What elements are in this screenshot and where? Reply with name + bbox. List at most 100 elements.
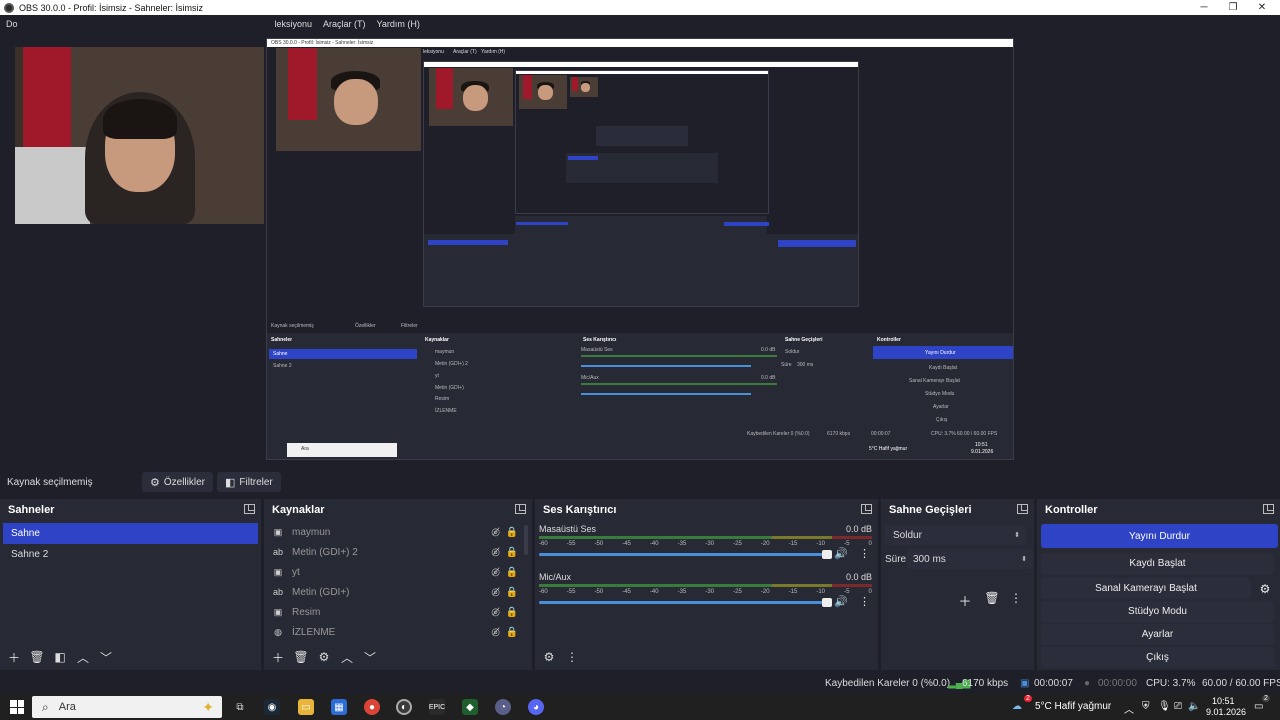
visibility-hidden-icon[interactable]: ◎̸ [491,567,500,578]
properties-button[interactable]: ⚙ Özellikler [142,472,213,492]
preview-canvas[interactable]: OBS 30.0.0 - Profil: İsimsiz - Sahneler:… [0,32,1280,467]
menu-item-file[interactable]: Do [6,19,18,29]
microphone-icon[interactable]: 🎙 [1158,701,1171,712]
source-item[interactable]: ◍ İZLENME ◎̸ 🔒 [264,622,532,642]
undock-icon[interactable] [1017,504,1028,514]
settings-button[interactable]: Ayarlar [1041,624,1274,645]
start-recording-button[interactable]: Kaydı Başlat [1041,553,1274,574]
stop-streaming-button[interactable]: Yayını Durdur [1041,524,1278,548]
volume-meter [539,536,872,539]
minimize-button[interactable]: ─ [1188,0,1220,15]
exit-button[interactable]: Çıkış [1041,647,1274,668]
status-bar: Kaybedilen Kareler 0 (%0.0) ▂▄▆ 6170 kbp… [0,672,1280,694]
source-item[interactable]: ab Metin (GDI+) 2 ◎̸ 🔒 [264,542,532,562]
transition-select[interactable]: Soldur ⬍ [885,525,1026,545]
file-explorer-icon[interactable]: ▭ [298,699,314,715]
more-options-icon[interactable]: ⋮ [859,547,870,560]
volume-icon[interactable]: 🔈 [1188,701,1200,712]
duration-spinbox[interactable]: 300 ms ⬍ [907,549,1033,569]
move-source-down-button[interactable]: ﹀ [360,648,380,666]
lock-icon[interactable]: 🔒 [506,547,518,558]
weather-text[interactable]: 5°C Hafif yağmur [1035,701,1111,712]
speaker-icon[interactable]: 🔊 [834,595,848,608]
clock-time[interactable]: 10:51 [1212,696,1235,706]
add-transition-button[interactable]: ＋ [955,591,975,610]
start-virtual-camera-button[interactable]: Sanal Kamerayı Başlat [1041,578,1251,599]
undock-icon[interactable] [861,504,872,514]
image-icon: ▣ [273,526,283,537]
visibility-hidden-icon[interactable]: ◎̸ [491,527,500,538]
undock-icon[interactable] [515,504,526,514]
undock-icon[interactable] [1263,504,1274,514]
volume-slider-handle[interactable] [822,550,832,559]
transition-selected-value: Soldur [893,529,922,541]
virtual-camera-settings-icon[interactable]: ⚙ [1255,580,1275,598]
visibility-hidden-icon[interactable]: ◎̸ [491,627,500,638]
volume-slider-handle[interactable] [822,598,832,607]
remove-scene-button[interactable]: 🗑 [27,648,47,666]
app-icon[interactable]: ◆ [462,699,478,715]
source-item[interactable]: ▣ yt ◎̸ 🔒 [264,562,532,582]
scene-item-sahne[interactable]: Sahne [3,523,258,544]
chevron-up-icon[interactable]: ︿ [1124,701,1134,716]
add-scene-button[interactable]: ＋ [4,648,24,666]
lock-icon[interactable]: 🔒 [506,527,518,538]
lock-icon[interactable]: 🔒 [506,627,518,638]
add-source-button[interactable]: ＋ [268,648,288,666]
undock-icon[interactable] [244,504,255,514]
controls-title: Kontroller [1045,504,1098,516]
taskbar-search[interactable]: ⌕ Ara ✦ [32,696,222,718]
advanced-audio-button[interactable]: ⚙ [539,648,559,666]
source-properties-button[interactable]: ⚙ [314,648,334,666]
weather-icon[interactable]: ☁ [1012,701,1022,712]
studio-mode-button[interactable]: Stüdyo Modu [1041,601,1274,622]
scene-item-sahne-2[interactable]: Sahne 2 [3,544,258,565]
audio-mixer-header: Ses Karıştırıcı [535,499,878,521]
clock-date[interactable]: 9.01.2026 [1206,707,1246,717]
visibility-hidden-icon[interactable]: ◎̸ [491,587,500,598]
source-item[interactable]: ▣ maymun ◎̸ 🔒 [264,522,532,542]
menu-item-tools[interactable]: Araçlar (T) [323,19,366,29]
volume-slider[interactable] [539,601,828,604]
weather-badge: 2 [1024,695,1032,702]
chrome-icon[interactable]: ● [364,699,380,715]
move-scene-down-button[interactable]: ﹀ [96,648,116,666]
updown-icon[interactable]: ⬍ [1021,555,1027,563]
more-options-icon[interactable]: ⋮ [859,595,870,608]
notifications-icon[interactable]: ▭ [1254,701,1263,712]
visibility-hidden-icon[interactable]: ◎̸ [491,547,500,558]
window-title: OBS 30.0.0 - Profil: İsimsiz - Sahneler:… [19,2,204,13]
remove-transition-button[interactable]: 🗑 [982,591,1002,610]
network-icon[interactable]: ⎚ [1174,701,1182,712]
move-source-up-button[interactable]: ︿ [337,648,357,666]
move-scene-up-button[interactable]: ︿ [73,648,93,666]
lock-icon[interactable]: 🔒 [506,607,518,618]
obs-icon[interactable]: ◐ [396,699,412,715]
steam-icon[interactable]: ◉ [264,699,280,715]
windows-start-icon[interactable] [10,700,24,714]
menu-item-scene-collection[interactable]: leksiyonu [275,19,313,29]
speaker-icon[interactable]: 🔊 [834,547,848,560]
filters-button[interactable]: ◧ Filtreler [217,472,281,492]
volume-slider[interactable] [539,553,828,556]
controls-dock: Kontroller Yayını Durdur Kaydı Başlat Sa… [1037,499,1280,670]
app-icon-2[interactable]: ◔ [495,699,511,715]
source-item[interactable]: ▣ Resim ◎̸ 🔒 [264,602,532,622]
source-item[interactable]: ab Metin (GDI+) ◎̸ 🔒 [264,582,532,602]
visibility-hidden-icon[interactable]: ◎̸ [491,607,500,618]
mixer-menu-button[interactable]: ⋮ [562,648,582,666]
scene-filters-button[interactable]: ◧ [50,648,70,666]
close-button[interactable]: ✕ [1246,0,1278,15]
epic-games-icon[interactable]: EPIC [429,699,445,715]
lock-icon[interactable]: 🔒 [506,567,518,578]
store-icon[interactable]: ▦ [331,699,347,715]
maximize-button[interactable]: ❐ [1217,0,1249,15]
task-view-icon[interactable]: ⧉ [232,699,248,715]
security-icon[interactable]: ⛨ [1142,701,1150,712]
remove-source-button[interactable]: 🗑 [291,648,311,666]
discord-icon[interactable]: ◕ [528,699,544,715]
nested-props: Özellikler [355,323,376,329]
lock-icon[interactable]: 🔒 [506,587,518,598]
menu-item-help[interactable]: Yardım (H) [377,19,420,29]
transition-menu-button[interactable]: ⋮ [1009,591,1023,610]
